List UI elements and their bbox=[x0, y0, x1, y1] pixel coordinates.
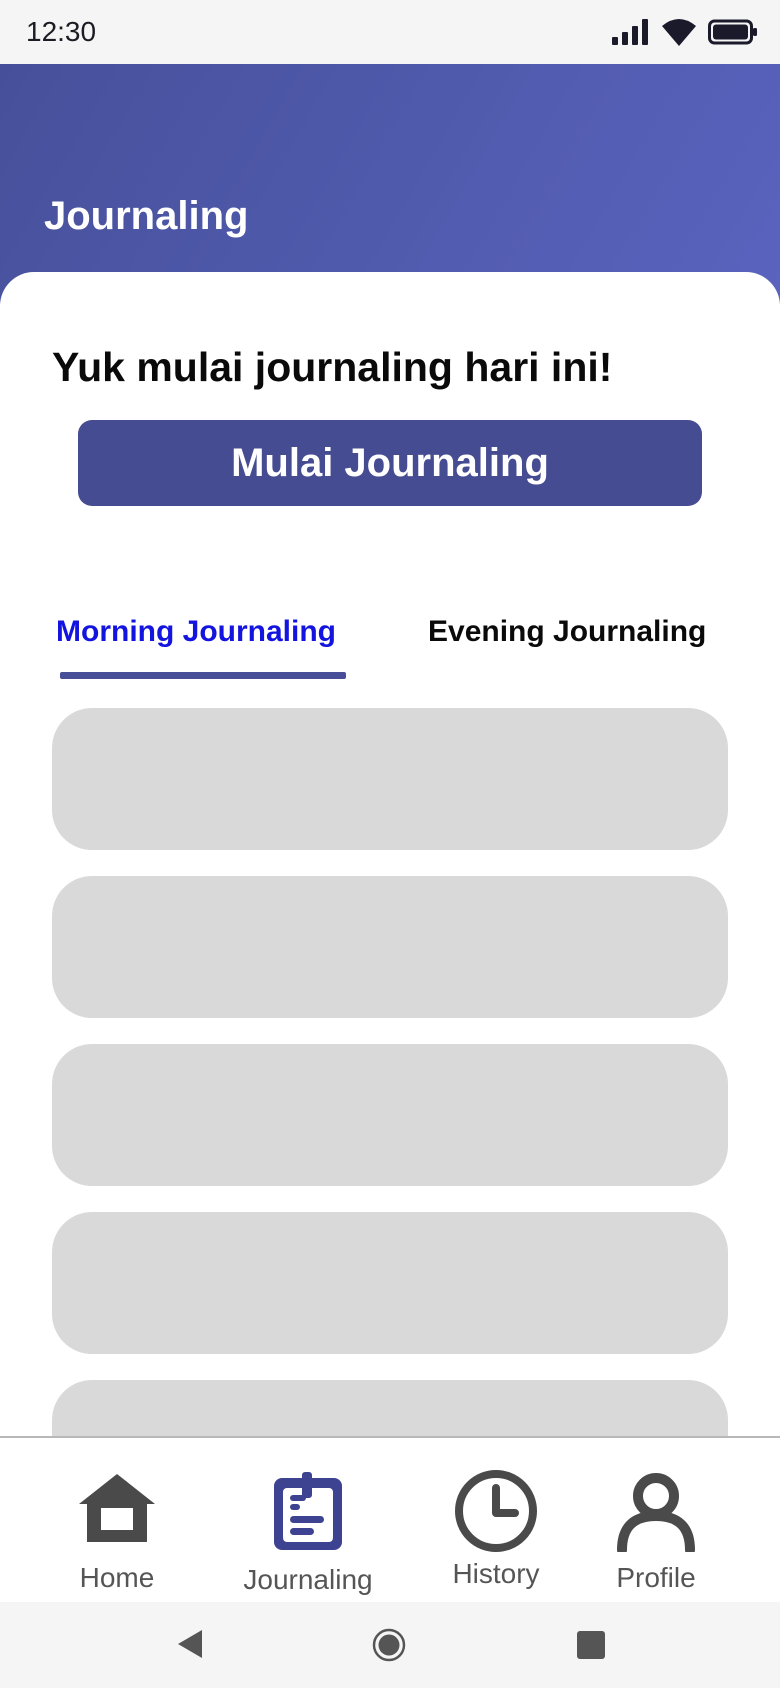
back-icon[interactable] bbox=[174, 1628, 204, 1660]
nav-label-history: History bbox=[452, 1558, 540, 1589]
nav-item-history[interactable]: History bbox=[406, 1438, 586, 1604]
person-icon bbox=[617, 1473, 695, 1552]
tab-morning-journaling[interactable]: Morning Journaling bbox=[56, 602, 336, 662]
journal-entry-list bbox=[52, 708, 728, 1438]
recents-icon[interactable] bbox=[576, 1630, 606, 1660]
nav-item-home[interactable]: Home bbox=[27, 1438, 207, 1604]
journal-entry-card[interactable] bbox=[52, 876, 728, 1018]
journal-entry-card[interactable] bbox=[52, 1044, 728, 1186]
journaling-prompt: Yuk mulai journaling hari ini! bbox=[52, 344, 613, 390]
system-navigation-bar bbox=[0, 1602, 780, 1688]
status-bar: 12:30 bbox=[0, 0, 780, 64]
app-header: Journaling bbox=[0, 64, 780, 304]
status-time: 12:30 bbox=[26, 16, 97, 47]
page-title: Journaling bbox=[44, 194, 249, 238]
battery-icon bbox=[708, 19, 757, 45]
status-icons bbox=[612, 18, 758, 46]
home-circle-icon[interactable] bbox=[372, 1628, 406, 1662]
journal-entry-card[interactable] bbox=[52, 708, 728, 850]
signal-icon bbox=[612, 19, 648, 45]
nav-label-profile: Profile bbox=[616, 1562, 696, 1593]
content-sheet: Yuk mulai journaling hari ini! Mulai Jou… bbox=[0, 272, 780, 1438]
home-icon bbox=[79, 1474, 155, 1542]
journal-tabs: Morning Journaling Evening Journaling bbox=[0, 602, 780, 682]
bottom-navigation: Home Journaling History Profile bbox=[0, 1436, 780, 1602]
nav-label-home: Home bbox=[79, 1562, 155, 1593]
tab-evening-journaling[interactable]: Evening Journaling bbox=[428, 602, 706, 662]
start-journaling-button[interactable]: Mulai Journaling bbox=[78, 420, 702, 506]
nav-item-journaling[interactable]: Journaling bbox=[218, 1438, 398, 1604]
journal-entry-card[interactable] bbox=[52, 1212, 728, 1354]
wifi-icon bbox=[662, 19, 696, 46]
nav-label-journaling: Journaling bbox=[243, 1564, 373, 1595]
journal-entry-card[interactable] bbox=[52, 1380, 728, 1438]
active-tab-indicator bbox=[60, 672, 346, 679]
clock-icon bbox=[455, 1470, 537, 1552]
nav-item-profile[interactable]: Profile bbox=[566, 1438, 746, 1604]
journaling-screen: 12:30 Journaling Yuk mulai journaling ha… bbox=[0, 0, 780, 1688]
journal-icon bbox=[274, 1472, 342, 1550]
